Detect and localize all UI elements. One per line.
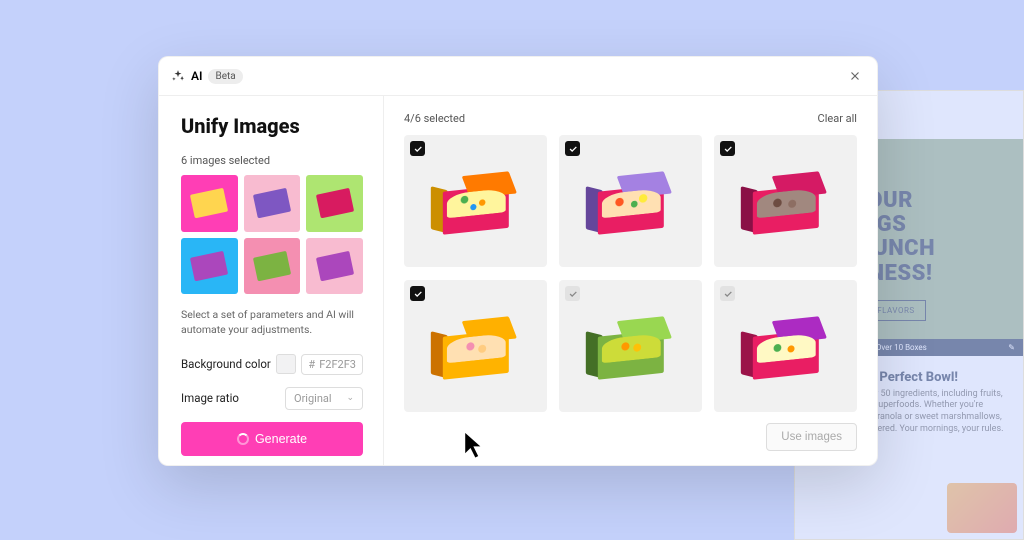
check-icon xyxy=(413,144,423,154)
beta-badge: Beta xyxy=(208,69,242,84)
ai-label: AI xyxy=(191,69,202,83)
left-panel: Unify Images 6 images selected Select a … xyxy=(159,96,384,465)
product-image xyxy=(738,316,832,387)
selection-checkbox[interactable] xyxy=(720,286,735,301)
chevron-down-icon: ⌄ xyxy=(346,393,354,403)
check-icon xyxy=(413,289,423,299)
close-icon xyxy=(848,69,862,83)
check-icon xyxy=(568,144,578,154)
result-card[interactable] xyxy=(714,135,857,267)
close-button[interactable] xyxy=(845,66,865,86)
product-image xyxy=(428,316,522,387)
ratio-label: Image ratio xyxy=(181,391,239,405)
product-image xyxy=(738,171,832,242)
product-image xyxy=(583,316,677,387)
clear-all-button[interactable]: Clear all xyxy=(818,112,857,125)
result-card[interactable] xyxy=(559,135,702,267)
bg-hex-input[interactable]: # F2F2F3 xyxy=(301,354,363,375)
selection-checkbox[interactable] xyxy=(565,141,580,156)
thumbnail[interactable] xyxy=(306,238,363,295)
result-grid xyxy=(404,135,857,413)
thumbnail[interactable] xyxy=(181,238,238,295)
check-icon xyxy=(568,289,578,299)
right-panel: 4/6 selected Clear all Use images xyxy=(384,96,877,465)
product-image xyxy=(583,171,677,242)
bg-color-label: Background color xyxy=(181,357,271,371)
selection-checkbox[interactable] xyxy=(565,286,580,301)
selection-checkbox[interactable] xyxy=(720,141,735,156)
result-card[interactable] xyxy=(714,280,857,412)
param-background-color: Background color # F2F2F3 xyxy=(181,354,363,375)
result-card[interactable] xyxy=(404,280,547,412)
sparkle-icon xyxy=(171,69,185,83)
param-image-ratio: Image ratio Original ⌄ xyxy=(181,387,363,410)
modal-header: AI Beta xyxy=(159,57,877,96)
result-card[interactable] xyxy=(559,280,702,412)
thumbnail[interactable] xyxy=(181,175,238,232)
selected-count: 6 images selected xyxy=(181,154,363,167)
selection-checkbox[interactable] xyxy=(410,141,425,156)
thumbnail[interactable] xyxy=(244,175,301,232)
bg-color-swatch[interactable] xyxy=(276,354,296,374)
ratio-select[interactable]: Original ⌄ xyxy=(285,387,363,410)
unify-images-modal: AI Beta Unify Images 6 images selected S… xyxy=(158,56,878,466)
spinner-icon xyxy=(237,433,249,445)
check-icon xyxy=(723,144,733,154)
product-image xyxy=(428,171,522,242)
thumbnail[interactable] xyxy=(244,238,301,295)
thumbnail-grid xyxy=(181,175,363,294)
help-text: Select a set of parameters and AI will a… xyxy=(181,308,363,337)
check-icon xyxy=(723,289,733,299)
use-images-button[interactable]: Use images xyxy=(766,423,857,451)
thumbnail[interactable] xyxy=(306,175,363,232)
result-card[interactable] xyxy=(404,135,547,267)
modal-title: Unify Images xyxy=(181,114,363,138)
selection-checkbox[interactable] xyxy=(410,286,425,301)
result-count: 4/6 selected xyxy=(404,112,465,125)
generate-button[interactable]: Generate xyxy=(181,422,363,456)
